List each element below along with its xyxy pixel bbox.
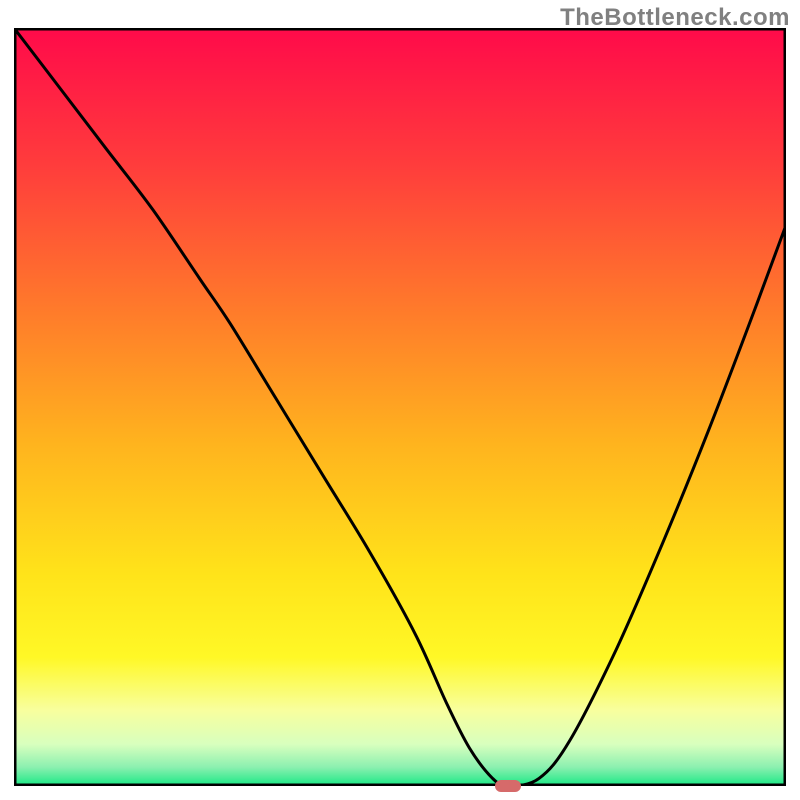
watermark-text: TheBottleneck.com xyxy=(560,4,790,32)
plot-area xyxy=(14,28,786,786)
optimal-marker xyxy=(495,780,521,792)
chart-container: TheBottleneck.com xyxy=(0,0,800,800)
bottleneck-curve xyxy=(14,28,786,786)
